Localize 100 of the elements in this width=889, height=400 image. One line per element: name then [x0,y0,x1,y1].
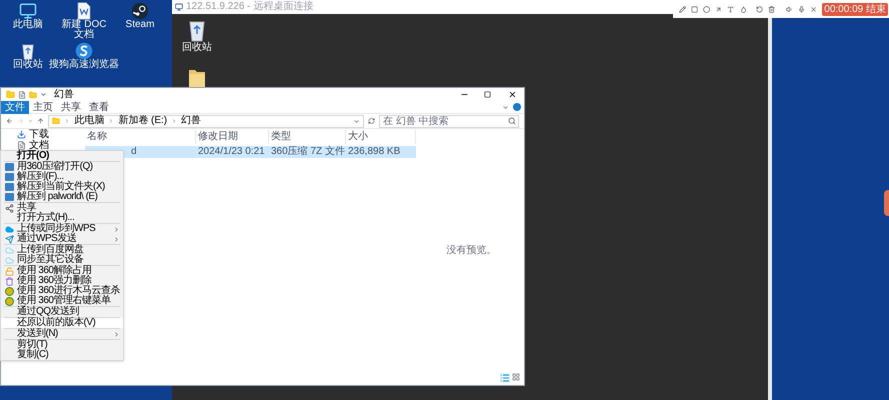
menu-item-label: 解压到(F)... [17,172,64,182]
menu-item-label: 使用 360解除占用 [17,266,92,276]
menu-item-label: 通过QQ发送到 [17,307,80,317]
desktop-icon-label[interactable]: 回收站 [182,42,212,53]
send-icon [5,234,14,244]
ribbon-tab[interactable]: 文件 [1,100,29,114]
menu-item-label: 共享 [17,203,36,213]
menu-item[interactable]: 发送到(N) [1,329,123,339]
help-icon[interactable] [513,103,521,111]
marker-icon[interactable] [740,4,747,14]
microphone-icon[interactable] [798,4,806,14]
menu-item[interactable]: 解压到(F)... [1,172,123,182]
menu-item-label: 解压到 palworld\ (E) [17,192,98,202]
ribbon-tab[interactable]: 查看 [85,100,113,114]
close-icon[interactable] [810,4,818,14]
menu-item[interactable]: 上传到百度网盘 [1,245,123,255]
menu-item[interactable]: 用360压缩打开(Q) [1,162,123,172]
back-icon[interactable] [6,117,13,125]
window-title: 122.51.9.226 - 远程桌面连接 [186,1,314,13]
download-icon [17,130,26,139]
close-icon[interactable] [508,90,517,99]
cloud-icon [5,224,14,234]
search-icon [508,116,516,124]
table-cell-text: 2024/1/23 0:21 [197,146,266,158]
column-header[interactable]: 名称 [85,130,196,144]
folder-icon [52,117,60,125]
ribbon-tab[interactable]: 共享 [57,100,85,114]
refresh-icon[interactable] [368,117,376,125]
nav-item[interactable]: 文档 [29,140,49,151]
computer-icon [17,2,39,20]
nav-item[interactable]: 下载 [29,129,49,140]
rectangle-icon[interactable] [691,4,698,14]
table-cell-text: 236,898 KB [347,146,402,158]
menu-item[interactable]: 使用 360强力删除 [1,276,123,286]
menu-item[interactable]: 使用 360进行木马云查杀 [1,286,123,296]
menu-item-label: 用360压缩打开(Q) [17,162,93,172]
menu-item-label: 解压到当前文件夹(X) [17,182,105,192]
menu-item[interactable]: 复制(C) [1,350,123,360]
maximize-icon[interactable] [484,91,491,98]
menu-item[interactable]: 共享 [1,203,123,213]
unlock-icon [5,266,14,276]
chevron-icon [64,118,70,124]
ribbon-tab[interactable]: 主页 [29,100,57,114]
menu-item[interactable]: 同步至其它设备 [1,255,123,265]
circle-icon[interactable] [703,4,710,14]
menu-item-label: 同步至其它设备 [17,255,84,265]
folder-icon [188,67,206,89]
column-header[interactable]: 修改日期 [196,130,269,144]
menu-item[interactable]: 使用 360解除占用 [1,266,123,276]
expand-ribbon-icon[interactable] [502,104,509,110]
chevron-icon [108,118,114,124]
up-icon[interactable] [37,117,44,125]
menu-item-label: 使用 360强力删除 [17,276,92,286]
remote-desktop-icon [175,3,183,11]
search-field[interactable]: 在 幻兽 中搜索 [379,114,520,128]
preview-message: 没有预览。 [446,244,496,258]
stop-recording-button[interactable]: 00:00:09 结束 [822,2,888,16]
menu-item-label: 发送到(N) [17,329,58,339]
properties-icon[interactable] [18,90,26,98]
caret-icon[interactable] [40,91,47,98]
menu-item-label: 剪切(T) [17,340,48,350]
scroll-handle[interactable] [884,190,889,216]
menu-item[interactable]: 解压到 palworld\ (E) [1,192,123,202]
pen-icon[interactable] [679,4,686,14]
column-header[interactable]: 类型 [269,130,346,144]
breadcrumb-item[interactable]: 幻兽 [181,115,202,127]
desktop-icon-label[interactable]: 新建 DOC 文档 [56,20,112,40]
desktop-icon-label[interactable]: 搜狗高速浏览器 [49,60,119,70]
table-cell-text: d [130,146,138,158]
desktop-icon-label[interactable]: 回收站 [13,60,43,70]
menu-item[interactable]: 通过QQ发送到 [1,307,123,317]
window-title: 幻兽 [54,88,74,100]
menu-item[interactable]: 还原以前的版本(V) [1,318,123,328]
column-header[interactable]: 大小 [346,130,416,144]
text-icon[interactable] [727,4,735,14]
speaker-icon[interactable] [786,4,793,14]
menu-item[interactable]: 通过WPS发送 [1,234,123,244]
menu-item[interactable]: 上传或同步到WPS [1,224,123,234]
chevron-icon [171,118,178,124]
desktop-icon-label[interactable]: 此电脑 [13,20,43,30]
arrow-icon[interactable] [715,4,722,14]
undo-icon[interactable] [756,4,763,14]
menu-item[interactable]: 解压到当前文件夹(X) [1,182,123,192]
details-view-icon[interactable] [500,373,510,383]
breadcrumb-item[interactable]: 此电脑 [74,115,104,127]
trash-icon[interactable] [768,4,775,14]
dropdown-icon[interactable] [353,118,360,124]
address-bar[interactable]: 此电脑 新加卷 (E:) 幻兽 [48,114,364,128]
menu-item-label: 还原以前的版本(V) [17,318,96,328]
file-row[interactable]: d 2024/1/23 0:21 360压缩 7Z 文件 236,898 KB [85,146,416,158]
menu-item[interactable]: 剪切(T) [1,340,123,350]
folder-icon [6,90,15,99]
tiles-view-icon[interactable] [512,373,520,381]
trash-icon [5,276,14,286]
breadcrumb-item[interactable]: 新加卷 (E:) [118,115,168,127]
menu-item-label: 使用 360进行木马云查杀 [17,286,120,296]
desktop-icon-label[interactable]: Steam [126,20,154,30]
menu-item-label: 上传到百度网盘 [17,245,84,255]
menu-item-label: 上传或同步到WPS [17,224,96,234]
menu-item[interactable]: 打开方式(H)... [1,213,123,223]
